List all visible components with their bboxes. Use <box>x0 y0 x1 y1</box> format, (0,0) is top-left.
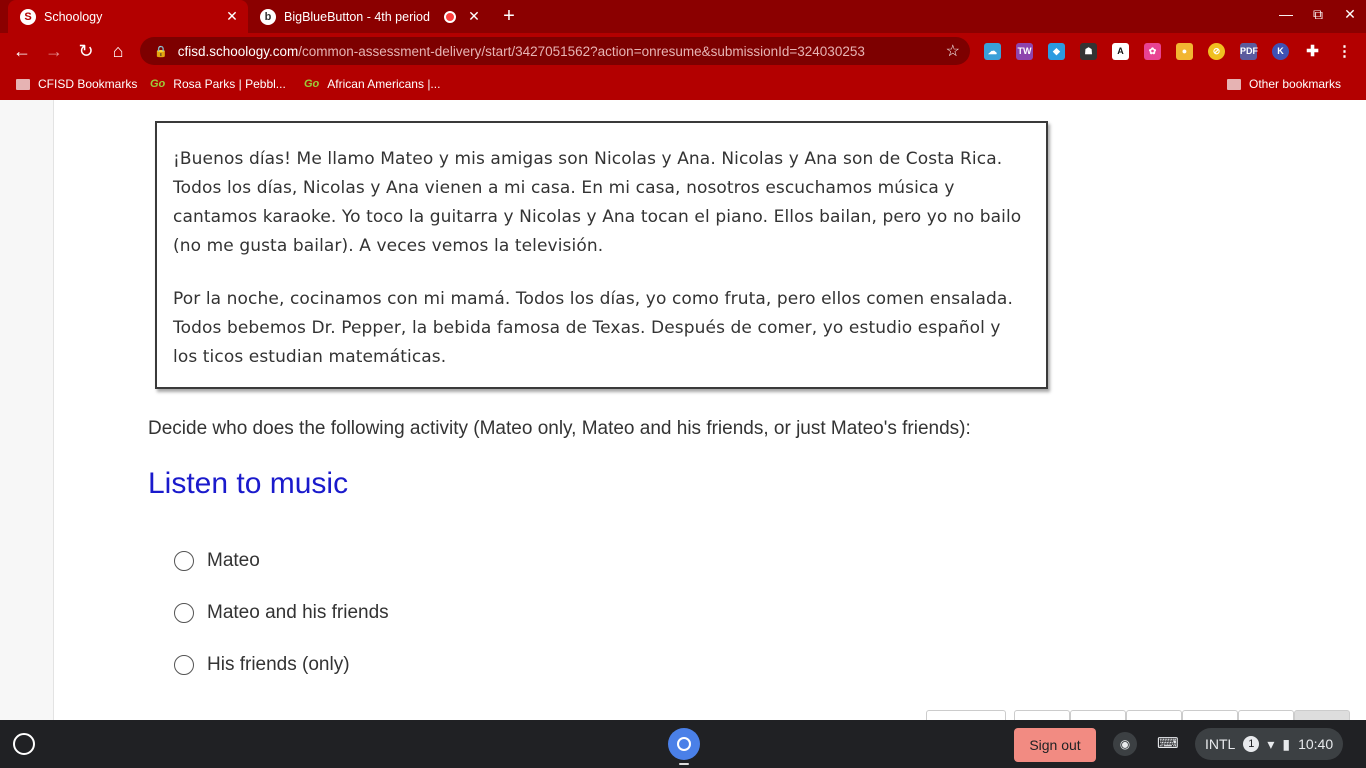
compass-extension-icon[interactable]: ⊘ <box>1208 43 1225 60</box>
question-title: Listen to music <box>148 467 349 500</box>
pager-button[interactable] <box>1294 710 1350 720</box>
minimize-icon[interactable]: — <box>1276 6 1296 22</box>
browser-menu-icon[interactable]: ⋮ <box>1336 43 1353 60</box>
bookmark-label: Rosa Parks | Pebbl... <box>173 77 286 91</box>
cloud-extension-icon[interactable]: ☁ <box>984 43 1001 60</box>
passage-paragraph: ¡Buenos días! Me llamo Mateo y mis amiga… <box>173 149 1022 256</box>
tw-extension-icon[interactable]: TW <box>1016 43 1033 60</box>
launcher-icon[interactable] <box>13 733 35 755</box>
close-window-icon[interactable]: ✕ <box>1340 6 1360 23</box>
battery-icon: ▮ <box>1282 735 1291 752</box>
spy-extension-icon[interactable]: ☗ <box>1080 43 1097 60</box>
url-host: cfisd.schoology.com <box>177 43 299 59</box>
close-tab-icon[interactable]: ✕ <box>222 8 242 25</box>
pager-button[interactable] <box>1070 710 1126 720</box>
a-extension-icon[interactable]: A <box>1112 43 1129 60</box>
running-indicator <box>679 763 689 765</box>
bookmark-other[interactable]: Other bookmarks <box>1227 77 1341 91</box>
k-extension-icon[interactable]: K <box>1272 43 1289 60</box>
back-icon[interactable]: ← <box>11 40 33 62</box>
url-path: /common-assessment-delivery/start/342705… <box>298 43 865 59</box>
bookmark-label: African Americans |... <box>327 77 441 91</box>
pager-button[interactable] <box>1238 710 1294 720</box>
bookmark-rosa-parks[interactable]: Go Rosa Parks | Pebbl... <box>150 77 286 91</box>
pager-button[interactable] <box>926 710 1006 720</box>
pager-button[interactable] <box>1014 710 1070 720</box>
option-mateo-and-friends[interactable]: Mateo and his friends <box>174 587 389 639</box>
left-gutter <box>0 100 54 720</box>
diamond-extension-icon[interactable]: ◆ <box>1048 43 1065 60</box>
close-tab-icon[interactable]: ✕ <box>464 8 484 25</box>
color-extension-icon[interactable]: ✿ <box>1144 43 1161 60</box>
pdf-extension-icon[interactable]: PDF <box>1240 43 1258 60</box>
wifi-icon: ▾ <box>1267 735 1275 752</box>
notification-count: 1 <box>1243 736 1260 752</box>
question-instructions: Decide who does the following activity (… <box>148 418 971 439</box>
bookmarks-bar: CFISD Bookmarks Go Rosa Parks | Pebbl...… <box>0 69 1366 100</box>
input-method-label: INTL <box>1205 736 1236 752</box>
go-icon: Go <box>150 78 166 90</box>
option-label: Mateo and his friends <box>207 602 389 623</box>
bookmark-star-icon[interactable]: ☆ <box>946 41 960 61</box>
folder-icon <box>1227 78 1241 90</box>
schoology-icon: S <box>20 8 36 25</box>
folder-icon <box>16 78 30 90</box>
go-icon: Go <box>304 78 320 90</box>
answer-options: Mateo Mateo and his friends His friends … <box>174 535 389 691</box>
forward-icon[interactable]: → <box>43 40 65 62</box>
address-bar[interactable]: 🔒 cfisd.schoology.com/common-assessment-… <box>140 37 970 65</box>
browser-toolbar: ← → ↻ ⌂ 🔒 cfisd.schoology.com/common-ass… <box>0 33 1366 69</box>
on-extension-icon[interactable]: ● <box>1176 43 1193 60</box>
tab-bigbluebutton[interactable]: b BigBlueButton - 4th period ✕ <box>250 0 490 33</box>
tab-strip: S Schoology ✕ b BigBlueButton - 4th peri… <box>0 0 1366 33</box>
pager-button[interactable] <box>1126 710 1182 720</box>
chrome-icon[interactable] <box>668 728 700 760</box>
radio-button[interactable] <box>174 551 194 571</box>
pager-button[interactable] <box>1182 710 1238 720</box>
tab-title: BigBlueButton - 4th period <box>284 9 430 24</box>
select-to-speak-icon[interactable]: ◉ <box>1113 732 1137 756</box>
option-mateo[interactable]: Mateo <box>174 535 389 587</box>
bookmark-label: CFISD Bookmarks <box>38 77 138 91</box>
reading-passage: ¡Buenos días! Me llamo Mateo y mis amiga… <box>155 121 1048 389</box>
option-label: His friends (only) <box>207 654 350 675</box>
sign-out-button[interactable]: Sign out <box>1014 728 1096 762</box>
reload-icon[interactable]: ↻ <box>75 40 97 62</box>
bookmark-african-americans[interactable]: Go African Americans |... <box>304 77 440 91</box>
recording-icon <box>444 10 456 23</box>
lock-icon: 🔒 <box>154 45 168 58</box>
clock: 10:40 <box>1298 736 1334 752</box>
radio-button[interactable] <box>174 655 194 675</box>
extensions-puzzle-icon[interactable]: ✚ <box>1304 43 1321 60</box>
bookmark-label: Other bookmarks <box>1249 77 1342 91</box>
option-label: Mateo <box>207 550 260 571</box>
tab-schoology[interactable]: S Schoology ✕ <box>8 0 248 33</box>
radio-button[interactable] <box>174 603 194 623</box>
tab-title: Schoology <box>44 9 103 24</box>
bigbluebutton-icon: b <box>260 8 276 25</box>
option-friends-only[interactable]: His friends (only) <box>174 639 389 691</box>
status-area[interactable]: INTL 1 ▾ ▮ 10:40 <box>1195 728 1344 760</box>
os-shelf: Sign out ◉ ⌨ INTL 1 ▾ ▮ 10:40 <box>0 720 1366 768</box>
restore-icon[interactable]: ⧉ <box>1308 6 1328 23</box>
bookmark-cfisd[interactable]: CFISD Bookmarks <box>16 77 137 91</box>
passage-paragraph: Por la noche, cocinamos con mi mamá. Tod… <box>173 289 1013 367</box>
home-icon[interactable]: ⌂ <box>107 40 129 62</box>
assessment-page: ¡Buenos días! Me llamo Mateo y mis amiga… <box>0 100 1366 720</box>
new-tab-button[interactable]: + <box>498 5 520 27</box>
keyboard-icon[interactable]: ⌨ <box>1157 734 1179 752</box>
